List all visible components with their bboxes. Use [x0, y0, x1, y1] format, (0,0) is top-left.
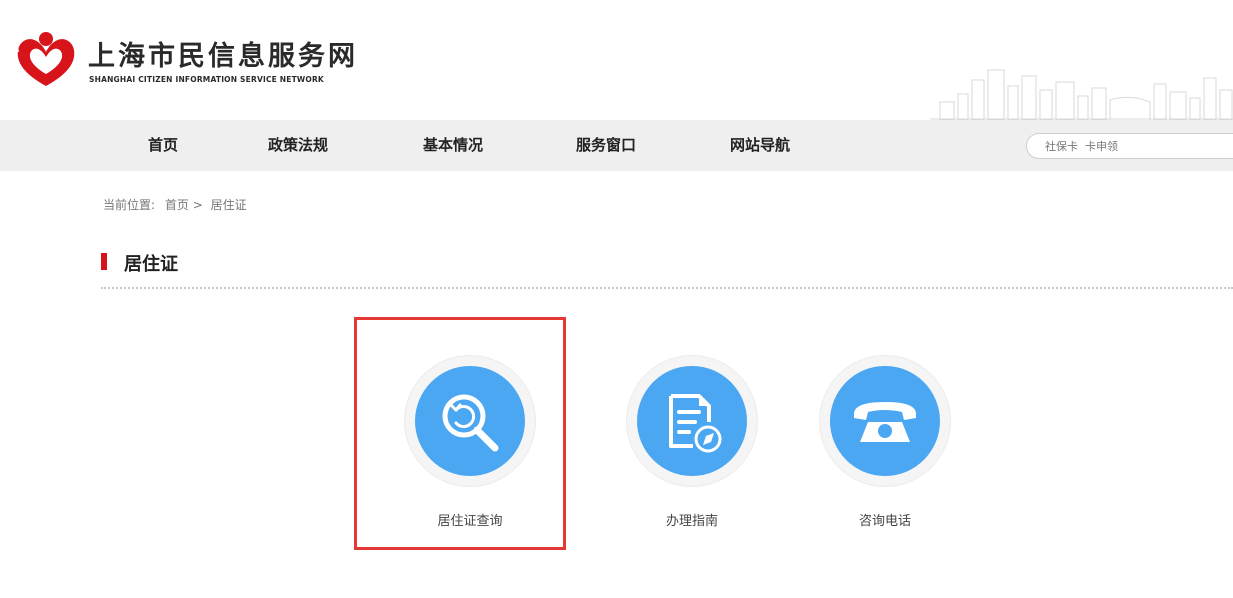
service-label: 办理指南 [665, 514, 718, 529]
breadcrumb: 当前位置: 首页 > 居住证 [103, 196, 247, 213]
nav-item-basic-info[interactable]: 基本情况 [423, 120, 483, 171]
breadcrumb-prefix: 当前位置: [103, 198, 156, 212]
section-accent-bar [101, 253, 107, 270]
nav-item-home[interactable]: 首页 [148, 120, 178, 171]
site-header: 上海市民信息服务网 SHANGHAI CITIZEN INFORMATION S… [0, 0, 1233, 120]
site-subtitle: SHANGHAI CITIZEN INFORMATION SERVICE NET… [89, 75, 324, 84]
service-icon-circle [637, 366, 747, 476]
document-compass-icon [669, 394, 722, 453]
highlight-box [354, 317, 566, 550]
page-title: 居住证 [124, 254, 178, 275]
nav-item-service-window[interactable]: 服务窗口 [576, 120, 636, 171]
service-icon-circle [830, 366, 940, 476]
search-input[interactable] [1045, 134, 1233, 158]
telephone-icon [854, 402, 916, 442]
breadcrumb-separator: > [192, 198, 203, 212]
breadcrumb-home-link[interactable]: 首页 [165, 198, 189, 212]
service-icon-ring [626, 355, 758, 487]
breadcrumb-current: 居住证 [210, 198, 247, 212]
nav-item-policies[interactable]: 政策法规 [268, 120, 328, 171]
nav-item-site-navigation[interactable]: 网站导航 [730, 120, 790, 171]
service-label: 咨询电话 [858, 514, 911, 529]
logo-icon[interactable] [14, 30, 78, 90]
skyline-decoration [930, 69, 1233, 120]
site-title[interactable]: 上海市民信息服务网 [88, 34, 358, 73]
dotted-divider [101, 287, 1233, 289]
service-icon-ring [819, 355, 951, 487]
search-box[interactable] [1026, 133, 1233, 159]
